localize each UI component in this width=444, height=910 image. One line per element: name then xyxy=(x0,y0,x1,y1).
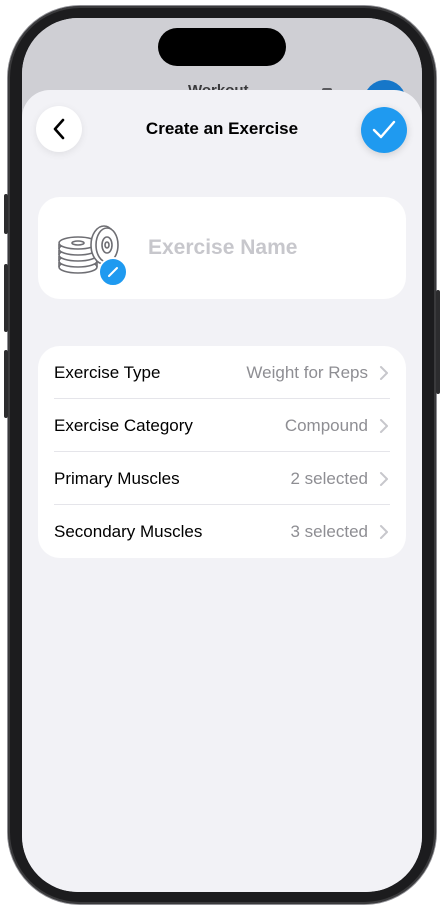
exercise-category-row[interactable]: Exercise Category Compound xyxy=(38,399,406,452)
create-exercise-sheet: Create an Exercise Exercise Name Exercis… xyxy=(22,90,422,892)
volume-up-button xyxy=(4,264,8,332)
screen: Workout Create an Exercise xyxy=(22,18,422,892)
row-value: 3 selected xyxy=(290,521,369,541)
row-label: Exercise Category xyxy=(54,415,193,435)
exercise-name-input[interactable] xyxy=(148,233,388,263)
volume-down-button xyxy=(4,350,8,418)
primary-muscles-row[interactable]: Primary Muscles 2 selected xyxy=(38,452,406,505)
row-value: Compound xyxy=(284,415,368,435)
row-label: Primary Muscles xyxy=(54,468,180,488)
row-label: Secondary Muscles xyxy=(54,521,203,541)
power-button xyxy=(436,290,440,394)
checkmark-icon xyxy=(372,120,396,139)
row-value: Weight for Reps xyxy=(246,362,368,382)
chevron-right-icon xyxy=(380,472,388,486)
exercise-name-card xyxy=(38,197,406,299)
chevron-right-icon xyxy=(380,419,388,433)
dynamic-island xyxy=(158,28,286,66)
chevron-right-icon xyxy=(380,366,388,380)
row-label: Exercise Type xyxy=(54,362,161,382)
exercise-settings-list: Exercise Type Weight for Reps Exercise C… xyxy=(38,346,406,558)
edit-image-button[interactable] xyxy=(98,257,128,287)
row-value: 2 selected xyxy=(290,468,369,488)
chevron-right-icon xyxy=(380,525,388,539)
confirm-button[interactable] xyxy=(361,107,407,153)
secondary-muscles-row[interactable]: Secondary Muscles 3 selected xyxy=(38,505,406,558)
pencil-icon xyxy=(108,267,118,277)
action-button xyxy=(4,194,8,234)
exercise-type-row[interactable]: Exercise Type Weight for Reps xyxy=(38,346,406,399)
